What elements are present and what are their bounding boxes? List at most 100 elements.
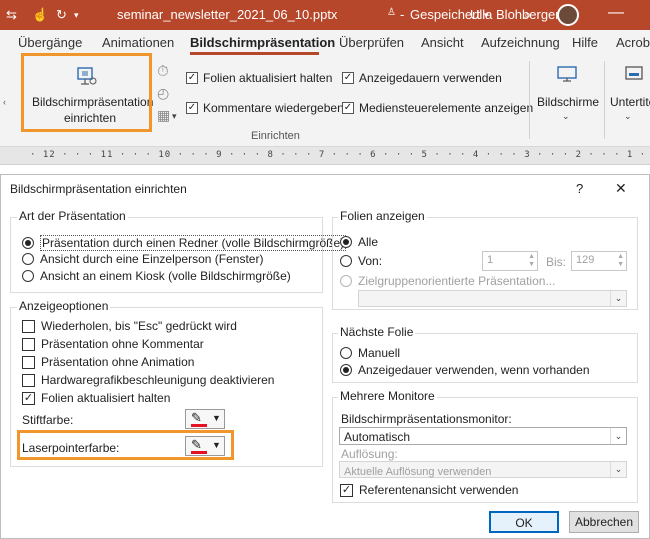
redo-icon[interactable]: ↻: [56, 7, 67, 23]
check-loop-until-esc[interactable]: Wiederholen, bis "Esc" gedrückt wird: [22, 319, 237, 333]
radio-button[interactable]: [340, 255, 352, 267]
option-browsed-by-individual[interactable]: Ansicht durch eine Einzelperson (Fenster…: [22, 252, 263, 266]
pen-color-swatch: [191, 424, 207, 427]
avatar[interactable]: [557, 4, 579, 26]
option-from-slide[interactable]: Von:: [340, 254, 382, 268]
option-use-timings[interactable]: Anzeigedauer verwenden, wenn vorhanden: [340, 363, 590, 377]
option-all-slides[interactable]: Alle: [340, 235, 378, 249]
option-custom-show[interactable]: Zielgruppenorientierte Präsentation...: [340, 274, 555, 288]
checkbox[interactable]: [22, 319, 35, 333]
radio-button[interactable]: [22, 253, 34, 265]
ribbon-check-timings[interactable]: ✓ Anzeigedauern verwenden: [342, 71, 502, 85]
ribbon-check-media-controls[interactable]: ✓ Mediensteuerelemente anzeigen: [342, 101, 533, 115]
autosave-icon[interactable]: ⇆: [6, 7, 17, 23]
checkbox-checked[interactable]: ✓: [342, 102, 354, 114]
group-label-setup: Einrichten: [251, 130, 300, 142]
title-bar: ⇆ ☝ ↻ ▾ seminar_newsletter_2021_06_10.pp…: [0, 0, 650, 30]
highlight-laser-pointer: [17, 430, 234, 460]
tab-recording[interactable]: Aufzeichnung: [481, 35, 560, 50]
monitor-label: Bildschirmpräsentationsmonitor:: [341, 412, 512, 426]
checkbox-checked[interactable]: ✓: [186, 102, 198, 114]
user-name[interactable]: Ulla Blohberger: [470, 7, 560, 22]
monitors-button[interactable]: Bildschirme ⌄: [536, 59, 599, 129]
group-title-display-options: Anzeigeoptionen: [17, 299, 111, 313]
scroll-left-icon[interactable]: ‹: [3, 97, 6, 107]
checkbox-checked[interactable]: ✓: [22, 391, 35, 405]
radio-button[interactable]: [340, 347, 352, 359]
custom-show-dropdown[interactable]: ⌄: [358, 290, 627, 307]
ribbon-check-keep-updated[interactable]: ✓ Folien aktualisiert halten: [186, 71, 332, 85]
check-presenter-view[interactable]: ✓ Referentenansicht verwenden: [340, 483, 518, 497]
dropdown-arrow-icon: ⌄: [610, 291, 626, 306]
monitor-dropdown[interactable]: Automatisch ⌄: [339, 427, 627, 445]
checkbox-checked[interactable]: ✓: [186, 72, 198, 84]
to-slide-input[interactable]: 129 ▲ ▼: [571, 251, 627, 271]
ribbon-check-label: Folien aktualisiert halten: [203, 71, 333, 85]
tab-review[interactable]: Überprüfen: [339, 35, 404, 50]
monitor-value: Automatisch: [344, 430, 411, 444]
checkbox-checked[interactable]: ✓: [342, 72, 354, 84]
check-no-animation[interactable]: Präsentation ohne Animation: [22, 355, 194, 369]
tab-transitions[interactable]: Übergänge: [18, 35, 82, 50]
ruler-numbers: · 12 · · · 11 · · · 10 · · · 9 · · · 8 ·…: [30, 150, 650, 160]
radio-button-selected[interactable]: [22, 237, 34, 249]
ribbon-check-label: Anzeigedauern verwenden: [359, 71, 502, 85]
group-title-presentation-type: Art der Präsentation: [17, 209, 128, 223]
radio-button-selected[interactable]: [340, 364, 352, 376]
check-no-narration[interactable]: Präsentation ohne Kommentar: [22, 337, 204, 351]
monitor-icon: [557, 66, 577, 82]
subtitles-button[interactable]: Untertite ⌄: [608, 59, 650, 129]
dropdown-arrow-icon: ⌄: [610, 428, 626, 444]
check-keep-slides-updated[interactable]: ✓ Folien aktualisiert halten: [22, 391, 170, 405]
ribbon-check-label: Kommentare wiedergeben: [203, 101, 344, 115]
tab-slideshow[interactable]: Bildschirmpräsentation: [190, 35, 335, 50]
option-label: Präsentation ohne Animation: [41, 355, 195, 369]
pen-color-picker[interactable]: ✎ ▼: [185, 409, 225, 429]
record-icon[interactable]: ◴: [157, 85, 169, 102]
subtitles-label: Untertite: [610, 95, 650, 109]
option-label: Anzeigedauer verwenden, wenn vorhanden: [358, 363, 590, 377]
subtitles-dropdown-icon: ⌄: [624, 111, 632, 121]
option-presented-by-speaker[interactable]: Präsentation durch einen Redner (volle B…: [22, 235, 347, 251]
hide-slide-dropdown-icon[interactable]: ▾: [172, 111, 177, 122]
close-icon[interactable]: ✕: [615, 180, 627, 197]
tab-acrobat[interactable]: Acrob: [616, 35, 650, 50]
ribbon-check-narration[interactable]: ✓ Kommentare wiedergeben: [186, 101, 344, 115]
option-label: Alle: [358, 235, 379, 249]
minimize-icon[interactable]: —: [608, 4, 624, 22]
tab-view[interactable]: Ansicht: [421, 35, 464, 50]
tab-animations[interactable]: Animationen: [102, 35, 174, 50]
checkbox-checked[interactable]: ✓: [340, 483, 353, 497]
dropdown-arrow-icon: ⌄: [610, 462, 626, 477]
resolution-value: Aktuelle Auflösung verwenden: [344, 466, 492, 478]
document-filename: seminar_newsletter_2021_06_10.pptx: [117, 7, 338, 22]
ok-button[interactable]: OK: [489, 511, 559, 533]
ribbon-divider: [529, 61, 530, 139]
help-icon[interactable]: ?: [576, 181, 583, 196]
option-label: Referentenansicht verwenden: [359, 483, 519, 497]
option-manual[interactable]: Manuell: [340, 346, 400, 360]
cancel-button[interactable]: Abbrechen: [569, 511, 639, 533]
checkbox[interactable]: [22, 355, 35, 369]
monitors-dropdown-icon: ⌄: [562, 111, 570, 121]
option-label: Von:: [358, 254, 383, 268]
tab-help[interactable]: Hilfe: [572, 35, 598, 50]
check-disable-hw-acceleration[interactable]: Hardwaregrafikbeschleunigung deaktiviere…: [22, 373, 274, 387]
resolution-dropdown[interactable]: Aktuelle Auflösung verwenden ⌄: [339, 461, 627, 478]
spinner-icon: ▲ ▼: [617, 253, 624, 268]
radio-button-disabled[interactable]: [340, 275, 352, 287]
ribbon-check-label: Mediensteuerelemente anzeigen: [359, 101, 534, 115]
option-kiosk[interactable]: Ansicht an einem Kiosk (volle Bildschirm…: [22, 269, 291, 283]
customize-dropdown-icon[interactable]: ▾: [74, 10, 79, 21]
option-label: Ansicht durch eine Einzelperson (Fenster…: [40, 252, 264, 266]
radio-button[interactable]: [22, 270, 34, 282]
checkbox[interactable]: [22, 337, 35, 351]
rehearse-icon[interactable]: ⏱: [157, 63, 169, 80]
from-slide-input[interactable]: 1 ▲ ▼: [482, 251, 538, 271]
radio-button-selected[interactable]: [340, 236, 352, 248]
touch-mode-icon[interactable]: ☝: [32, 7, 48, 23]
checkbox[interactable]: [22, 373, 35, 387]
subtitles-icon: [625, 66, 643, 80]
active-tab-indicator: [190, 52, 319, 55]
hide-slide-icon[interactable]: ▦: [157, 107, 170, 124]
